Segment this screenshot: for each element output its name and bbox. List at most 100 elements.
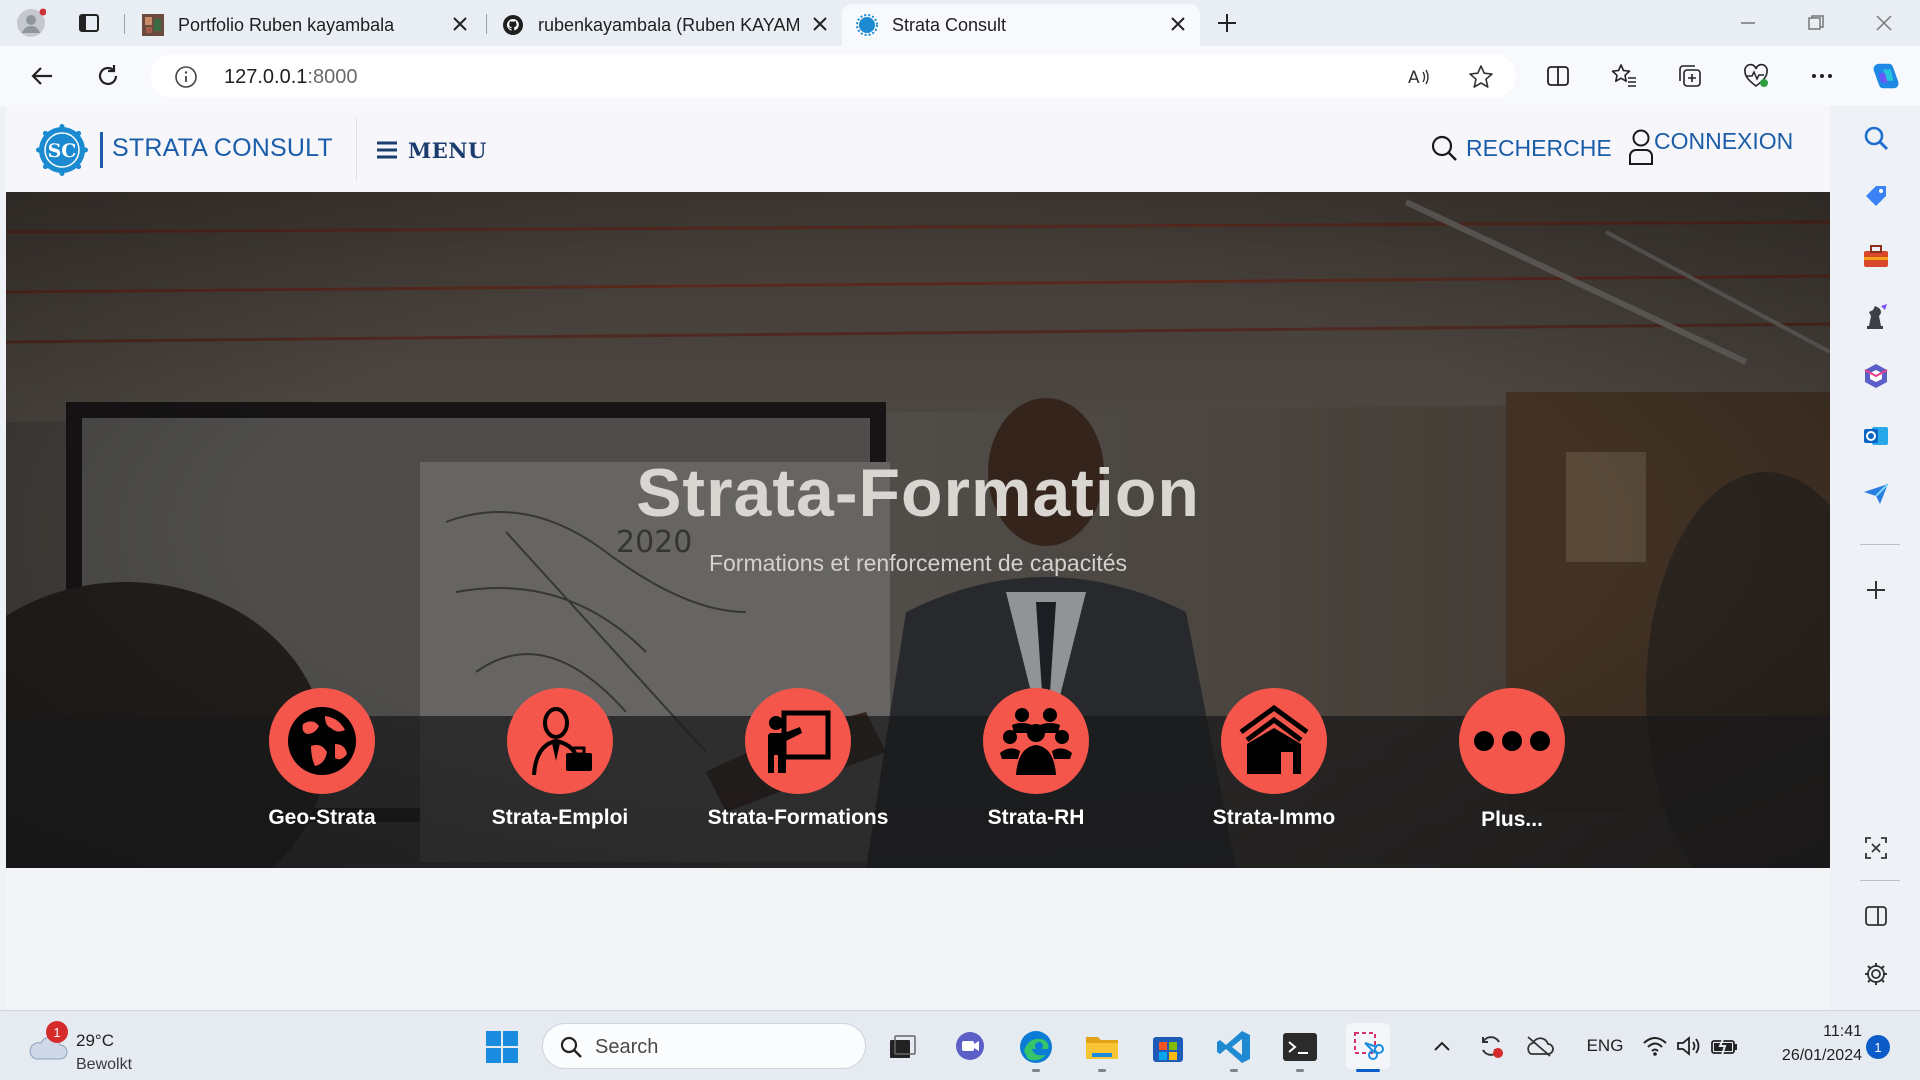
chevron-up-icon bbox=[1434, 1041, 1450, 1051]
tab-title: rubenkayambala (Ruben KAYAMBALA) bbox=[538, 14, 800, 35]
battery-status[interactable] bbox=[1708, 1031, 1742, 1061]
send-icon bbox=[1864, 483, 1889, 504]
favorites-button[interactable] bbox=[1608, 60, 1640, 92]
show-hidden-icons-button[interactable] bbox=[1430, 1031, 1454, 1061]
service-strata-formations[interactable]: Strata-Formations bbox=[678, 688, 918, 830]
more-options-button[interactable] bbox=[1806, 60, 1838, 92]
toolbox-icon bbox=[1864, 245, 1888, 267]
edge-taskbar-button[interactable] bbox=[1016, 1027, 1056, 1067]
service-circle[interactable] bbox=[983, 688, 1089, 794]
new-tab-button[interactable] bbox=[1212, 8, 1242, 38]
profile-icon[interactable] bbox=[16, 8, 46, 38]
restore-icon bbox=[1808, 15, 1824, 30]
language-indicator[interactable]: ENG bbox=[1580, 1031, 1630, 1061]
restore-button[interactable] bbox=[1796, 8, 1836, 38]
service-circle[interactable] bbox=[1459, 688, 1565, 794]
teacher-board-icon bbox=[768, 710, 831, 773]
tab-actions-icon[interactable] bbox=[74, 8, 104, 38]
close-icon[interactable] bbox=[810, 14, 830, 34]
hero-subtitle: Formations et renforcement de capacités bbox=[708, 550, 1128, 576]
store-icon bbox=[1153, 1037, 1183, 1062]
star-icon[interactable] bbox=[1468, 64, 1494, 90]
login-link[interactable]: CONNEXION bbox=[1628, 128, 1793, 166]
volume-status[interactable] bbox=[1674, 1031, 1704, 1061]
running-indicator bbox=[1098, 1069, 1106, 1072]
minimize-button[interactable] bbox=[1728, 8, 1768, 38]
sidebar-tools[interactable] bbox=[1860, 240, 1892, 272]
notification-badge[interactable]: 1 bbox=[1866, 1035, 1890, 1059]
refresh-button[interactable] bbox=[92, 60, 124, 92]
sidebar-screenshot[interactable] bbox=[1860, 832, 1892, 864]
split-screen-button[interactable] bbox=[1542, 60, 1574, 92]
strata-consult-logo[interactable]: SC bbox=[36, 124, 88, 176]
close-icon[interactable] bbox=[1168, 14, 1188, 34]
running-indicator bbox=[1032, 1069, 1040, 1072]
task-view-button[interactable] bbox=[882, 1027, 922, 1067]
service-more[interactable]: Plus... bbox=[1392, 688, 1632, 832]
weather-widget[interactable]: 1 29°C Bewolkt bbox=[26, 1021, 166, 1073]
wifi-status[interactable] bbox=[1640, 1031, 1670, 1061]
site-name[interactable]: STRATA CONSULT bbox=[112, 134, 333, 163]
start-button[interactable] bbox=[482, 1027, 522, 1067]
screenshot-icon bbox=[1865, 837, 1887, 859]
logo-text: SC bbox=[48, 140, 77, 162]
clock-time[interactable]: 11:41 bbox=[1800, 1023, 1862, 1041]
sidebar-settings[interactable] bbox=[1860, 958, 1892, 990]
search-link[interactable]: RECHERCHE bbox=[1430, 134, 1612, 162]
service-circle[interactable] bbox=[745, 688, 851, 794]
tab-portfolio[interactable]: Portfolio Ruben kayambala bbox=[128, 4, 482, 46]
onedrive-status[interactable] bbox=[1522, 1031, 1556, 1061]
tab-strata-consult[interactable]: Strata Consult bbox=[842, 4, 1200, 46]
url-port: :8000 bbox=[307, 66, 358, 88]
close-icon[interactable] bbox=[450, 14, 470, 34]
hero-title: Strata-Formation bbox=[636, 455, 1200, 531]
service-strata-rh[interactable]: Strata-RH bbox=[916, 688, 1156, 830]
url-text[interactable]: 127.0.0.1:8000 bbox=[224, 66, 357, 89]
service-circle[interactable] bbox=[507, 688, 613, 794]
store-button[interactable] bbox=[1148, 1027, 1188, 1067]
sidebar-microsoft365[interactable] bbox=[1860, 360, 1892, 392]
collections-icon bbox=[1679, 65, 1701, 87]
sidebar-search[interactable] bbox=[1860, 122, 1892, 154]
sidebar-games[interactable] bbox=[1860, 300, 1892, 332]
weather-temperature: 29°C bbox=[76, 1031, 114, 1050]
menu-button[interactable]: MENU bbox=[376, 132, 487, 168]
file-explorer-button[interactable] bbox=[1082, 1027, 1122, 1067]
service-circle[interactable] bbox=[1221, 688, 1327, 794]
tab-github[interactable]: rubenkayambala (Ruben KAYAMBALA) bbox=[488, 4, 842, 46]
back-button[interactable] bbox=[26, 60, 58, 92]
sidebar-shopping[interactable] bbox=[1860, 180, 1892, 212]
clock-date[interactable]: 26/01/2024 bbox=[1760, 1047, 1862, 1065]
portfolio-favicon-icon bbox=[142, 14, 164, 36]
copilot-button[interactable] bbox=[1870, 60, 1902, 92]
service-strata-emploi[interactable]: Strata-Emploi bbox=[440, 688, 680, 830]
performance-button[interactable] bbox=[1740, 60, 1772, 92]
read-aloud-icon[interactable]: A bbox=[1406, 64, 1432, 90]
logo-divider bbox=[100, 132, 103, 168]
sidebar-add[interactable] bbox=[1860, 574, 1892, 606]
service-strata-immo[interactable]: Strata-Immo bbox=[1154, 688, 1394, 830]
active-indicator bbox=[1356, 1069, 1380, 1072]
sidebar-outlook[interactable] bbox=[1860, 420, 1892, 452]
sidebar-drop[interactable] bbox=[1860, 478, 1892, 510]
close-window-button[interactable] bbox=[1864, 8, 1904, 38]
taskbar-search[interactable]: Search bbox=[542, 1023, 866, 1069]
globe-icon bbox=[288, 707, 356, 775]
chess-icon bbox=[1867, 304, 1887, 329]
sync-status[interactable] bbox=[1476, 1031, 1506, 1061]
more-icon bbox=[1812, 74, 1832, 78]
service-circle[interactable] bbox=[269, 688, 375, 794]
terminal-button[interactable] bbox=[1280, 1027, 1320, 1067]
service-geo-strata[interactable]: Geo-Strata bbox=[202, 688, 442, 830]
svg-text:A: A bbox=[1408, 68, 1420, 88]
collections-button[interactable] bbox=[1674, 60, 1706, 92]
tag-icon bbox=[1866, 186, 1886, 206]
heart-pulse-icon bbox=[1744, 63, 1768, 88]
teams-chat-button[interactable] bbox=[950, 1027, 990, 1067]
sidebar-panel-toggle[interactable] bbox=[1860, 900, 1892, 932]
info-icon[interactable] bbox=[174, 65, 198, 89]
address-bar[interactable]: 127.0.0.1:8000 A bbox=[150, 54, 1516, 98]
vscode-button[interactable] bbox=[1214, 1027, 1254, 1067]
snipping-tool-button[interactable] bbox=[1346, 1023, 1390, 1069]
task-view-icon bbox=[890, 1035, 916, 1058]
